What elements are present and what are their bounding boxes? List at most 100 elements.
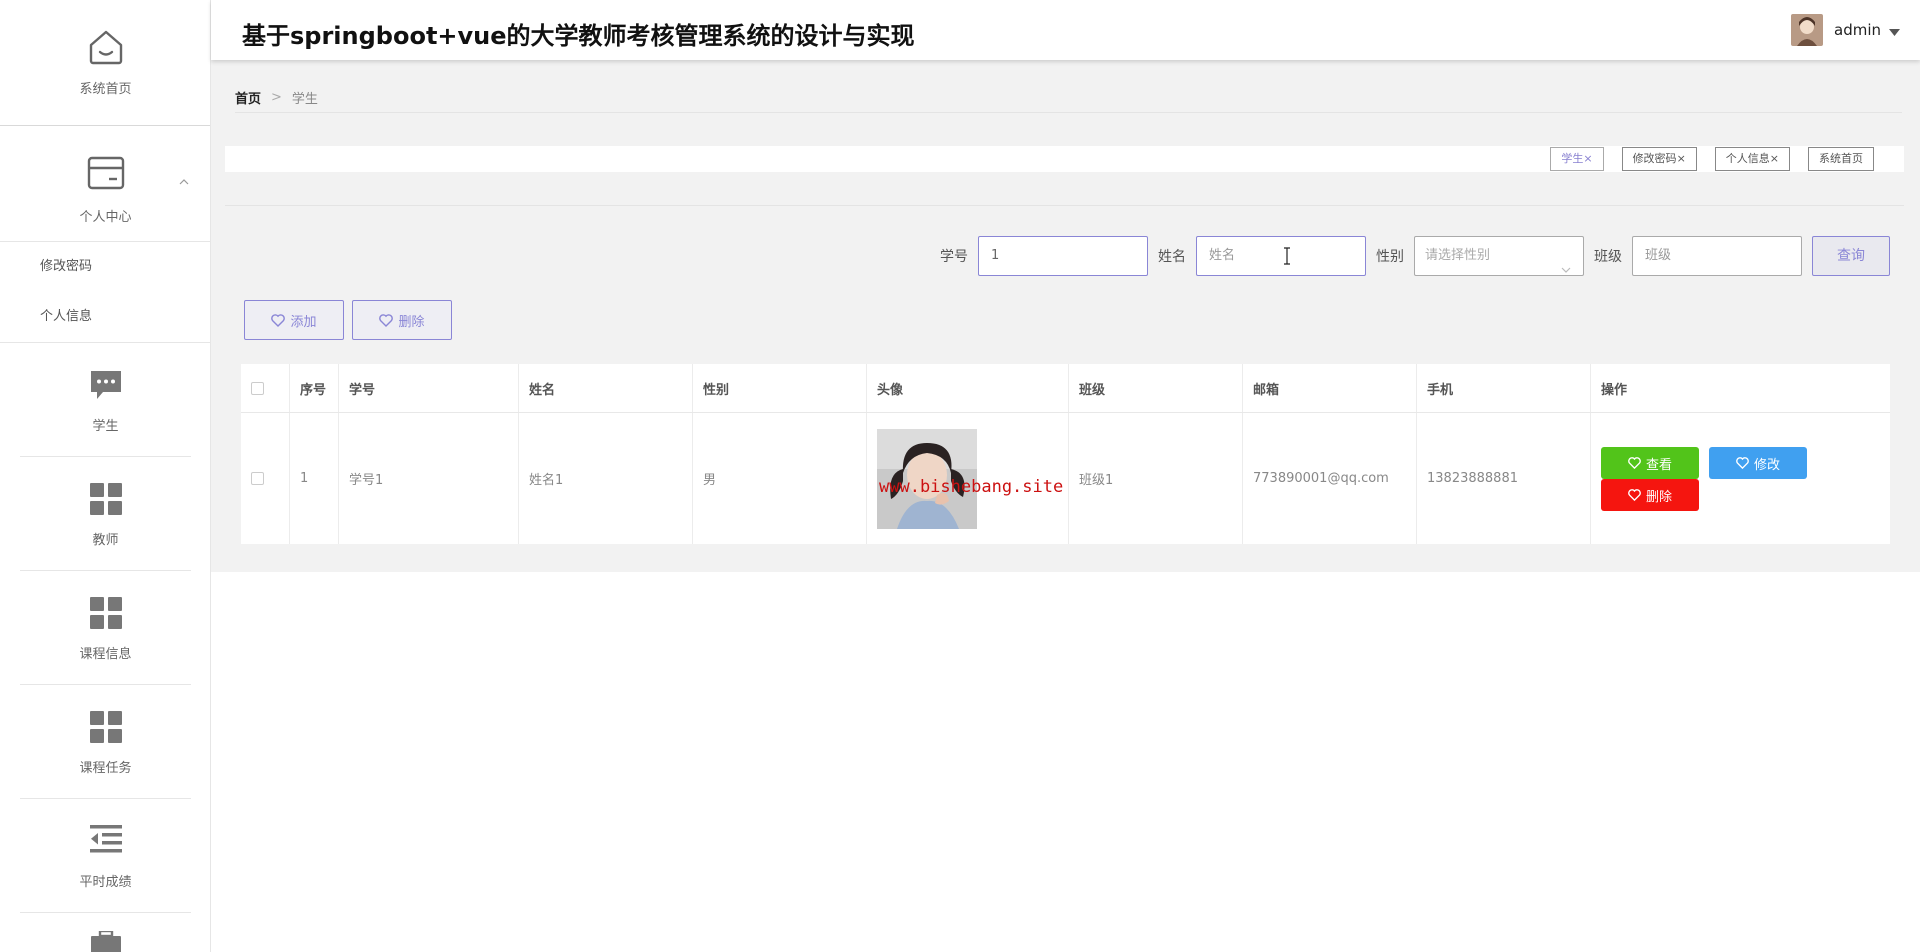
avatar: [1791, 14, 1823, 46]
tag-home[interactable]: 系统首页: [1808, 147, 1874, 171]
breadcrumb-home[interactable]: 首页: [235, 88, 261, 107]
divider: [225, 205, 1904, 206]
list-indent-icon: [89, 825, 122, 857]
cell-avatar: www.bishebang.site: [867, 413, 1069, 544]
image-watermark: www.bishebang.site: [879, 476, 1064, 497]
sidebar-item-label: 平时成绩: [79, 875, 132, 890]
select-all-checkbox[interactable]: [251, 381, 264, 395]
briefcase-icon: [90, 929, 121, 952]
cell-index: 1: [290, 413, 339, 544]
main-content: 首页 > 学生 学生× 修改密码× 个人信息× 系统首页 学号 1 姓名 姓名 …: [211, 60, 1920, 572]
add-label: 添加: [290, 314, 317, 330]
heart-icon: [1736, 457, 1749, 469]
query-button[interactable]: 查询: [1812, 236, 1890, 276]
students-table: 序号 学号 姓名 性别 头像 班级 邮箱 手机 操作 1 学号1 姓名1 男 w…: [241, 364, 1890, 544]
page-title: 基于springboot+vue的大学教师考核管理系统的设计与实现: [242, 22, 915, 50]
cell-operations: 查看 修改 删除: [1591, 413, 1890, 544]
home-icon: [87, 28, 125, 70]
username: admin: [1834, 21, 1881, 39]
gender-select[interactable]: 请选择性别: [1414, 236, 1584, 276]
row-delete-label: 删除: [1645, 489, 1672, 505]
column-header: 邮箱: [1243, 364, 1417, 412]
sidebar-item-personal[interactable]: 个人中心: [0, 126, 210, 242]
row-delete-button[interactable]: 删除: [1601, 479, 1699, 511]
sidebar-sub-change-password[interactable]: 修改密码: [0, 242, 210, 292]
gender-label: 性别: [1376, 249, 1404, 265]
chevron-down-icon: [1561, 251, 1571, 289]
edit-label: 修改: [1753, 457, 1780, 473]
breadcrumb-current: 学生: [291, 92, 318, 107]
sidebar-item-course-info[interactable]: 课程信息: [20, 571, 191, 685]
table-row: 1 学号1 姓名1 男 www.bishebang.site 班级1 77389…: [241, 413, 1890, 544]
sidebar-item-label: 系统首页: [79, 82, 132, 97]
sidebar-sub-profile[interactable]: 个人信息: [0, 292, 210, 342]
column-header: 班级: [1069, 364, 1243, 412]
user-menu[interactable]: admin: [1791, 14, 1900, 46]
grid-icon: [89, 711, 122, 747]
column-header: 性别: [693, 364, 867, 412]
heart-icon: [1628, 489, 1641, 501]
cell-gender: 男: [693, 413, 867, 544]
sidebar-item-students[interactable]: 学生: [20, 343, 191, 457]
close-icon[interactable]: ×: [1677, 152, 1686, 165]
sidebar-item-label: 教师: [92, 533, 119, 548]
column-header: 操作: [1601, 382, 1628, 398]
row-checkbox[interactable]: [251, 472, 264, 485]
student-no-input[interactable]: 1: [978, 236, 1148, 276]
class-input[interactable]: 班级: [1632, 236, 1802, 276]
divider: [235, 112, 1902, 113]
name-input[interactable]: 姓名: [1196, 236, 1366, 276]
close-icon[interactable]: ×: [1770, 152, 1779, 165]
table-header: 序号 学号 姓名 性别 头像 班级 邮箱 手机 操作: [241, 364, 1890, 413]
sidebar: 系统首页 个人中心 修改密码 个人信息 学生 教师 课程信息 课程任务 平时成绩: [0, 0, 211, 952]
row-select-cell: [241, 413, 290, 544]
view-button[interactable]: 查看: [1601, 447, 1699, 479]
delete-label: 删除: [398, 314, 425, 330]
cell-name: 姓名1: [519, 413, 693, 544]
name-label: 姓名: [1158, 249, 1186, 265]
sidebar-item-label: 学生: [92, 419, 119, 434]
add-button[interactable]: 添加: [244, 300, 344, 340]
breadcrumb-separator: >: [271, 90, 282, 105]
sidebar-item-label: 课程信息: [79, 647, 132, 662]
tag-change-password[interactable]: 修改密码×: [1621, 147, 1697, 171]
name-placeholder: 姓名: [1209, 248, 1236, 263]
sidebar-item-regular-grades[interactable]: 平时成绩: [20, 799, 191, 913]
cell-student-no: 学号1: [339, 413, 519, 544]
tag-students[interactable]: 学生×: [1550, 147, 1604, 171]
column-header: 序号: [290, 364, 339, 412]
sidebar-item-label: 课程任务: [79, 761, 132, 776]
heart-icon: [379, 313, 394, 327]
column-header: 姓名: [519, 364, 693, 412]
cell-phone: 13823888881: [1417, 413, 1591, 544]
breadcrumb: 首页 > 学生: [235, 88, 318, 107]
view-label: 查看: [1645, 457, 1672, 473]
cell-email: 773890001@qq.com: [1243, 413, 1417, 544]
sidebar-item-partial[interactable]: [0, 913, 210, 952]
column-header: 学号: [339, 364, 519, 412]
student-avatar: www.bishebang.site: [877, 428, 1063, 529]
card-icon: [87, 156, 125, 194]
grid-icon: [89, 483, 122, 519]
chat-icon: [89, 369, 123, 405]
tag-label: 个人信息: [1725, 152, 1770, 165]
grid-icon: [89, 597, 122, 633]
action-bar: 添加 删除: [244, 300, 460, 340]
edit-button[interactable]: 修改: [1709, 447, 1807, 479]
tag-label: 系统首页: [1819, 152, 1863, 165]
tags-bar: 学生× 修改密码× 个人信息× 系统首页: [225, 146, 1904, 172]
column-header: 手机: [1417, 364, 1591, 412]
sidebar-item-home[interactable]: 系统首页: [0, 0, 210, 126]
heart-icon: [271, 313, 286, 327]
delete-button[interactable]: 删除: [352, 300, 452, 340]
tag-profile[interactable]: 个人信息×: [1714, 147, 1790, 171]
tag-label: 修改密码: [1632, 152, 1677, 165]
sidebar-item-teachers[interactable]: 教师: [20, 457, 191, 571]
student-no-label: 学号: [940, 249, 968, 265]
close-icon[interactable]: ×: [1583, 152, 1592, 165]
search-form: 学号 1 姓名 姓名 性别 请选择性别 班级 班级 查询: [930, 236, 1890, 276]
select-all-cell: [241, 364, 290, 412]
sidebar-item-course-tasks[interactable]: 课程任务: [20, 685, 191, 799]
gender-placeholder: 请选择性别: [1425, 248, 1491, 263]
tag-label: 学生: [1561, 152, 1584, 165]
